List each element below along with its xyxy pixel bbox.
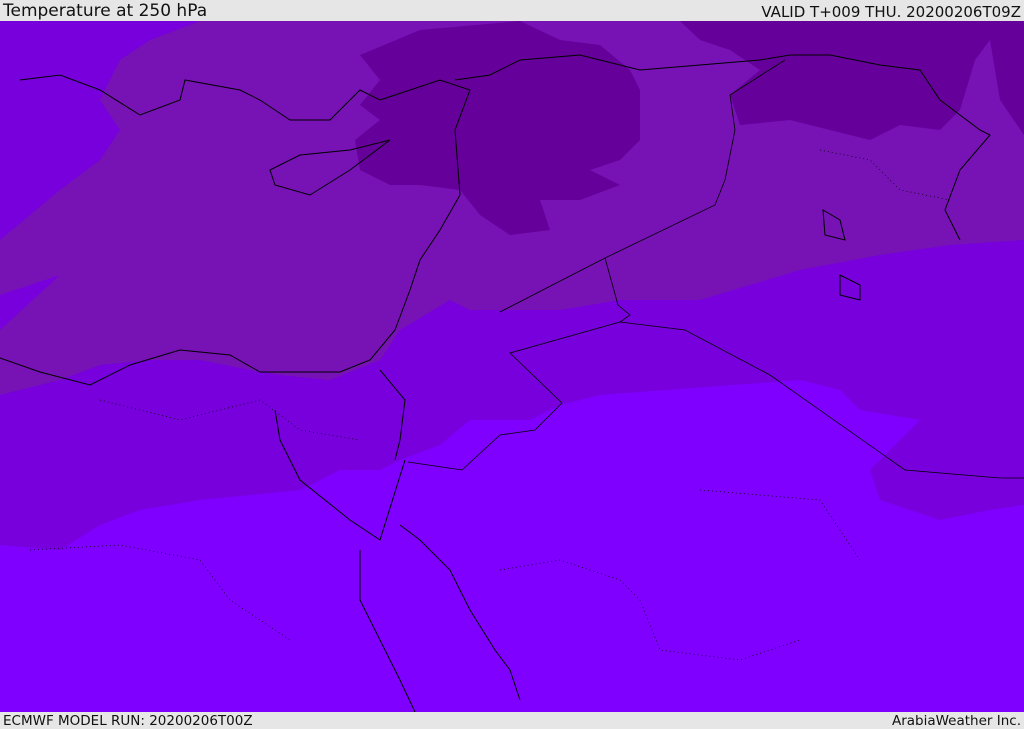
footer-bar: ECMWF MODEL RUN: 20200206T00Z ArabiaWeat… <box>0 712 1024 729</box>
map-title: Temperature at 250 hPa <box>3 1 208 21</box>
valid-time: VALID T+009 THU. 20200206T09Z <box>761 3 1021 21</box>
header-bar: Temperature at 250 hPa VALID T+009 THU. … <box>0 0 1024 21</box>
model-run: ECMWF MODEL RUN: 20200206T00Z <box>3 713 253 729</box>
credit: ArabiaWeather Inc. <box>891 713 1021 729</box>
temperature-map <box>0 21 1024 712</box>
